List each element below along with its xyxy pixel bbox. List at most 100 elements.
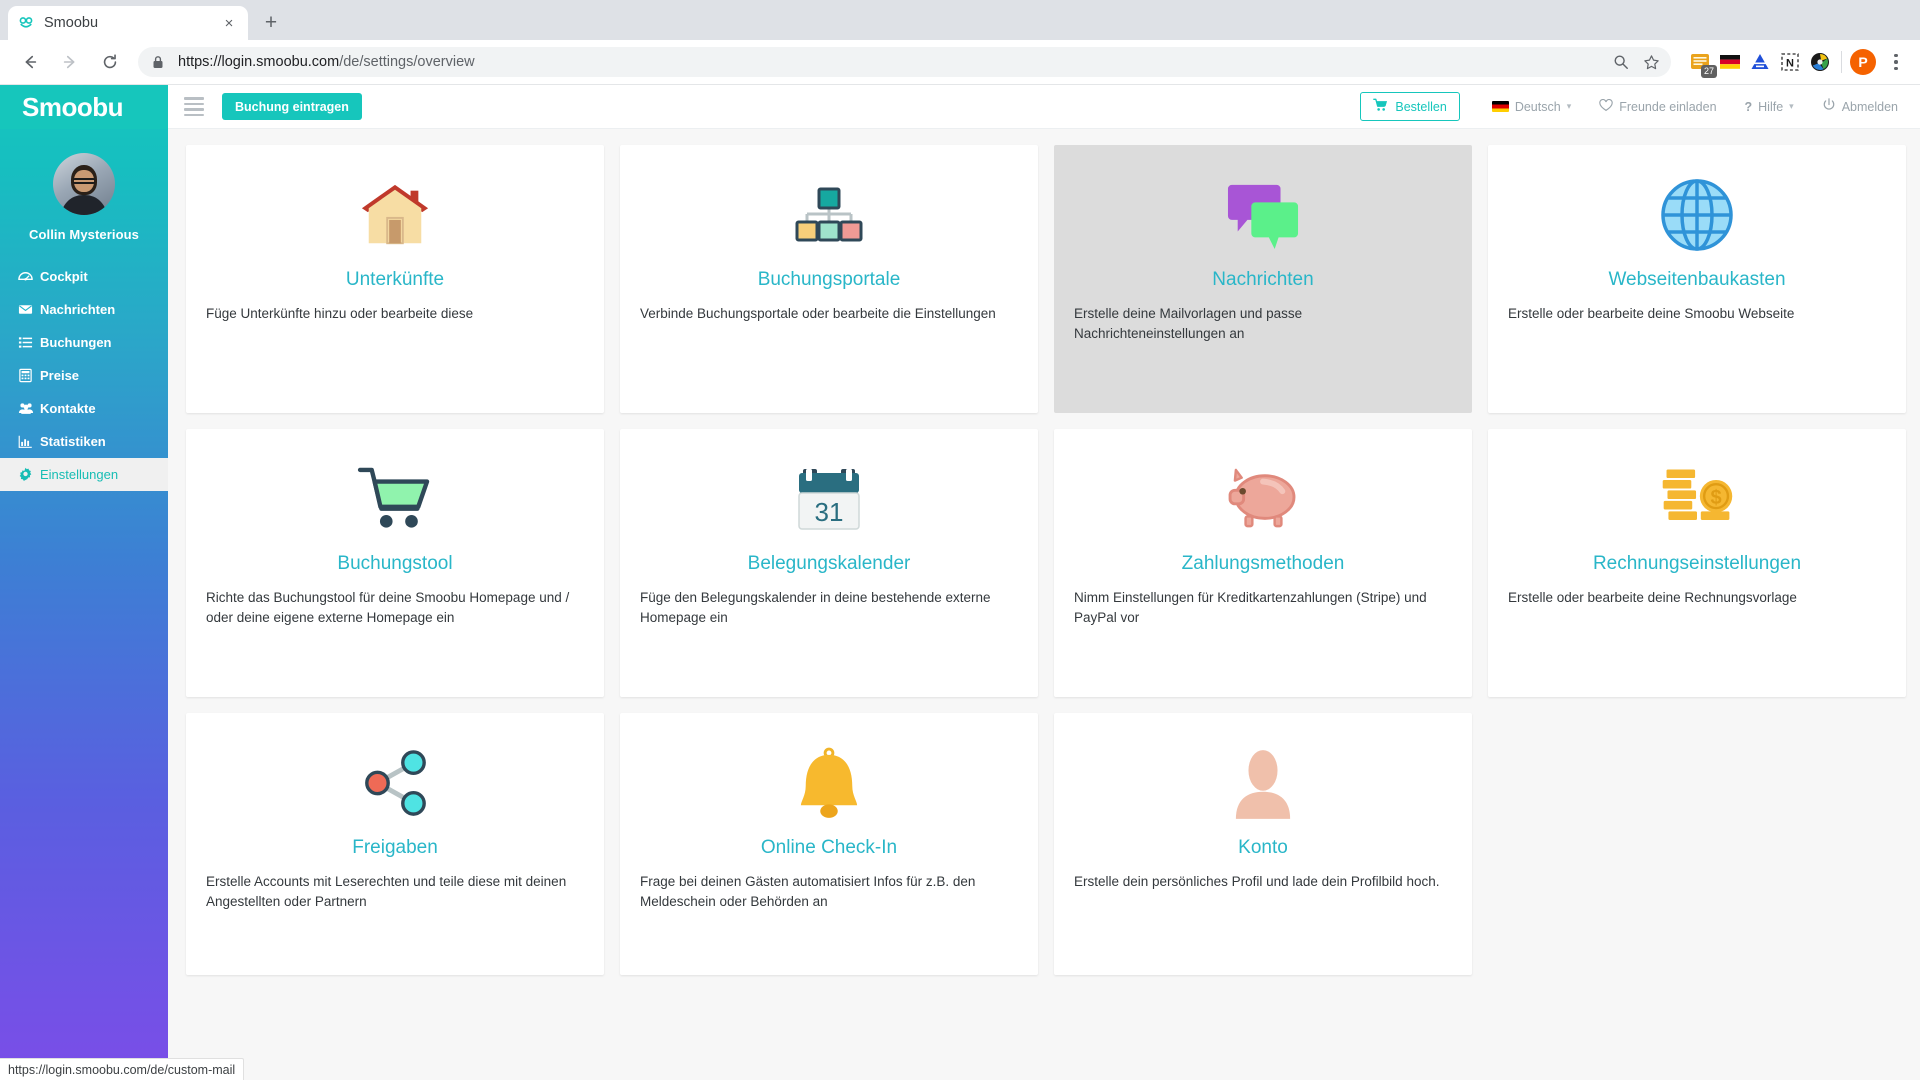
card-unterkuenfte[interactable]: Unterkünfte Füge Unterkünfte hinzu oder … xyxy=(186,145,604,413)
card-buchungstool[interactable]: Buchungstool Richte das Buchungstool für… xyxy=(186,429,604,697)
grid-empty-slot xyxy=(1488,713,1906,975)
profile-avatar-button[interactable]: P xyxy=(1850,49,1876,75)
sidebar-item-label: Preise xyxy=(40,368,80,383)
extension-badge: 27 xyxy=(1700,65,1717,78)
sidebar-item-kontakte[interactable]: Kontakte xyxy=(0,392,168,425)
card-title: Buchungstool xyxy=(337,553,453,574)
invite-label: Freunde einladen xyxy=(1619,99,1717,114)
forward-icon[interactable] xyxy=(54,46,86,78)
smoobu-logo-icon xyxy=(18,15,34,31)
svg-text:N: N xyxy=(1786,57,1794,69)
order-button[interactable]: Bestellen xyxy=(1360,92,1460,121)
todoist-extension-icon[interactable]: 27 xyxy=(1687,49,1717,78)
calendar-day-number: 31 xyxy=(815,497,844,527)
card-description: Frage bei deinen Gästen automatisiert In… xyxy=(640,873,976,910)
card-description: Erstelle dein persönliches Profil und la… xyxy=(1074,873,1440,889)
users-icon xyxy=(18,401,40,416)
german-flag-translate-icon[interactable] xyxy=(1717,49,1743,75)
language-label: Deutsch xyxy=(1514,99,1561,114)
power-icon xyxy=(1822,98,1836,115)
logout-link[interactable]: Abmelden xyxy=(1808,98,1898,115)
help-label: Hilfe xyxy=(1758,99,1784,114)
brand-bar: Smoobu xyxy=(0,85,168,129)
sidebar-item-label: Buchungen xyxy=(40,335,112,350)
card-konto[interactable]: Konto Erstelle dein persönliches Profil … xyxy=(1054,713,1472,975)
extension-icons: 27 N xyxy=(1687,49,1833,78)
sidebar-profile: Collin Mysterious xyxy=(0,129,168,242)
new-booking-button[interactable]: Buchung eintragen xyxy=(222,93,362,120)
card-title: Webseitenbaukasten xyxy=(1608,269,1786,290)
bell-icon xyxy=(797,735,861,831)
settings-card-grid-row3: Freigaben Erstelle Accounts mit Leserech… xyxy=(168,713,1920,975)
sidebar-item-label: Statistiken xyxy=(40,434,106,449)
language-selector[interactable]: Deutsch ▾ xyxy=(1478,100,1585,114)
close-icon[interactable]: × xyxy=(220,14,238,32)
card-nachrichten[interactable]: Nachrichten Erstelle deine Mailvorlagen … xyxy=(1054,145,1472,413)
card-description: Richte das Buchungstool für deine Smoobu… xyxy=(206,589,570,626)
sidebar-item-statistiken[interactable]: Statistiken xyxy=(0,425,168,458)
sidebar-item-cockpit[interactable]: Cockpit xyxy=(0,260,168,293)
card-buchungsportale[interactable]: Buchungsportale Verbinde Buchungsportale… xyxy=(620,145,1038,413)
browser-tab[interactable]: Smoobu × xyxy=(8,6,248,40)
shopping-cart-icon xyxy=(357,451,433,547)
card-description: Füge den Belegungskalender in deine best… xyxy=(640,589,991,626)
bar-chart-icon xyxy=(18,434,40,449)
card-freigaben[interactable]: Freigaben Erstelle Accounts mit Leserech… xyxy=(186,713,604,975)
card-title: Rechnungseinstellungen xyxy=(1592,553,1802,574)
sidebar-item-preise[interactable]: Preise xyxy=(0,359,168,392)
address-bar[interactable]: https://login.smoobu.com/de/settings/ove… xyxy=(138,47,1671,77)
app-sidebar: Smoobu Collin Mysterious Cockpit Nachric… xyxy=(0,85,168,1080)
settings-overview-content: Unterkünfte Füge Unterkünfte hinzu oder … xyxy=(168,129,1920,1080)
money-coin-icon: $ xyxy=(1657,451,1737,547)
main-column: Buchung eintragen Bestellen Deutsch ▾ Fr… xyxy=(168,85,1920,1080)
svg-text:$: $ xyxy=(1710,487,1721,509)
avatar[interactable] xyxy=(53,153,115,215)
dashboard-icon xyxy=(18,269,40,284)
sidebar-item-label: Einstellungen xyxy=(40,467,119,482)
hamburger-icon[interactable] xyxy=(184,97,204,116)
card-description: Erstelle deine Mailvorlagen und passe Na… xyxy=(1074,305,1303,342)
card-description: Verbinde Buchungsportale oder bearbeite … xyxy=(640,305,996,321)
app-header: Buchung eintragen Bestellen Deutsch ▾ Fr… xyxy=(168,85,1920,129)
settings-card-grid: Unterkünfte Füge Unterkünfte hinzu oder … xyxy=(168,145,1920,697)
question-mark-icon: ? xyxy=(1744,99,1753,114)
gear-icon xyxy=(18,467,40,482)
card-rechnungseinstellungen[interactable]: $ Rechnungseinstellungen Erstelle oder b… xyxy=(1488,429,1906,697)
search-zoom-icon[interactable] xyxy=(1607,48,1635,76)
card-description: Erstelle oder bearbeite deine Rechnungsv… xyxy=(1508,589,1797,605)
card-title: Freigaben xyxy=(352,837,438,858)
card-online-checkin[interactable]: Online Check-In Frage bei deinen Gästen … xyxy=(620,713,1038,975)
notion-clipper-icon[interactable]: N xyxy=(1777,49,1803,75)
star-icon[interactable] xyxy=(1637,48,1665,76)
blue-triangle-extension-icon[interactable] xyxy=(1747,49,1773,75)
back-icon[interactable] xyxy=(14,46,46,78)
invite-friends-link[interactable]: Freunde einladen xyxy=(1585,98,1730,115)
reload-icon[interactable] xyxy=(94,46,126,78)
url-origin: https://login.smoobu.com xyxy=(178,54,340,70)
calendar-icon: 31 xyxy=(795,451,863,547)
card-webseitenbaukasten[interactable]: Webseitenbaukasten Erstelle oder bearbei… xyxy=(1488,145,1906,413)
sidebar-item-einstellungen[interactable]: Einstellungen xyxy=(0,458,168,491)
new-tab-button[interactable]: + xyxy=(254,8,288,38)
chevron-down-icon: ▾ xyxy=(1789,101,1794,111)
card-title: Unterkünfte xyxy=(345,269,445,290)
omnibox-actions xyxy=(1607,48,1665,76)
sidebar-item-buchungen[interactable]: Buchungen xyxy=(0,326,168,359)
card-belegungskalender[interactable]: 31 Belegungskalender Füge den Belegungsk… xyxy=(620,429,1038,697)
lock-icon xyxy=(152,55,168,69)
tab-strip: Smoobu × + xyxy=(0,0,1920,40)
share-nodes-icon xyxy=(358,735,432,831)
browser-toolbar: https://login.smoobu.com/de/settings/ove… xyxy=(0,40,1920,85)
smoobu-wordmark[interactable]: Smoobu xyxy=(22,92,124,123)
card-zahlungsmethoden[interactable]: Zahlungsmethoden Nimm Einstellungen für … xyxy=(1054,429,1472,697)
sidebar-item-label: Cockpit xyxy=(40,269,88,284)
help-link[interactable]: ? Hilfe ▾ xyxy=(1731,100,1808,114)
sidebar-item-nachrichten[interactable]: Nachrichten xyxy=(0,293,168,326)
chrome-menu-icon[interactable] xyxy=(1882,48,1910,76)
list-icon xyxy=(18,335,40,350)
colorzilla-extension-icon[interactable] xyxy=(1807,49,1833,75)
person-silhouette-icon xyxy=(1232,735,1294,831)
speech-bubbles-icon xyxy=(1226,167,1300,263)
card-description: Nimm Einstellungen für Kreditkartenzahlu… xyxy=(1074,589,1427,626)
appbar-actions: Bestellen Deutsch ▾ Freunde einladen ? H… xyxy=(1360,92,1898,121)
